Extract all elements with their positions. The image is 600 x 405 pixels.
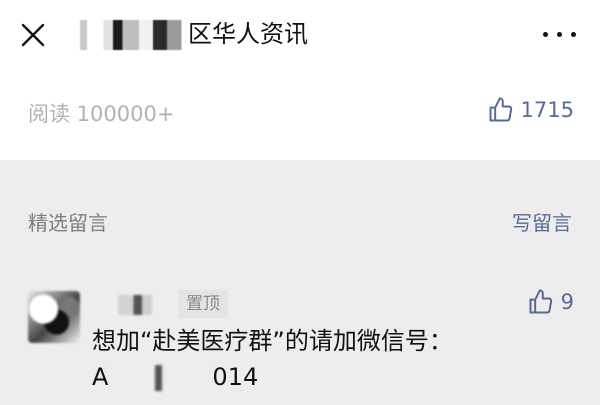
read-count: 阅读 100000+: [28, 102, 175, 126]
write-comment-link[interactable]: 写留言: [512, 207, 572, 236]
more-icon: [571, 32, 576, 37]
top-bar: 区华人资讯: [0, 0, 600, 70]
avatar[interactable]: [28, 291, 80, 343]
article-stats: 阅读 100000+ 1715: [0, 70, 600, 160]
comments-title: 精选留言: [28, 211, 108, 235]
like-button[interactable]: 1715: [487, 94, 574, 126]
thumbs-up-icon: [529, 289, 552, 314]
comment-like-count: 9: [560, 290, 574, 314]
like-count: 1715: [520, 98, 574, 122]
more-button[interactable]: [540, 22, 580, 46]
close-button[interactable]: [18, 20, 48, 50]
comment-text-prefix: A: [92, 363, 109, 391]
comment-text-redacted: [110, 365, 211, 391]
comment-text: 想加“赴美医疗群”的请加微信号： A 014: [92, 323, 582, 395]
close-icon: [21, 23, 45, 47]
comment-like-button[interactable]: 9: [527, 287, 574, 317]
page-title: 区华人资讯: [68, 16, 308, 52]
pinned-badge: 置顶: [178, 290, 228, 318]
title-text: 区华人资讯: [188, 20, 308, 48]
comment-item: 置顶 9 想加“赴美医疗群”的请加微信号： A 014: [0, 283, 600, 405]
comments-header: 精选留言 写留言: [0, 195, 600, 245]
title-redacted: [68, 20, 186, 50]
more-icon: [557, 32, 562, 37]
comment-text-line: 想加“赴美医疗群”的请加微信号：: [92, 327, 453, 355]
more-icon: [543, 32, 548, 37]
comment-text-suffix: 014: [212, 363, 259, 391]
nickname-redacted: [118, 295, 152, 315]
comment-text-line: A 014: [92, 359, 582, 395]
thumbs-up-icon: [489, 97, 512, 122]
